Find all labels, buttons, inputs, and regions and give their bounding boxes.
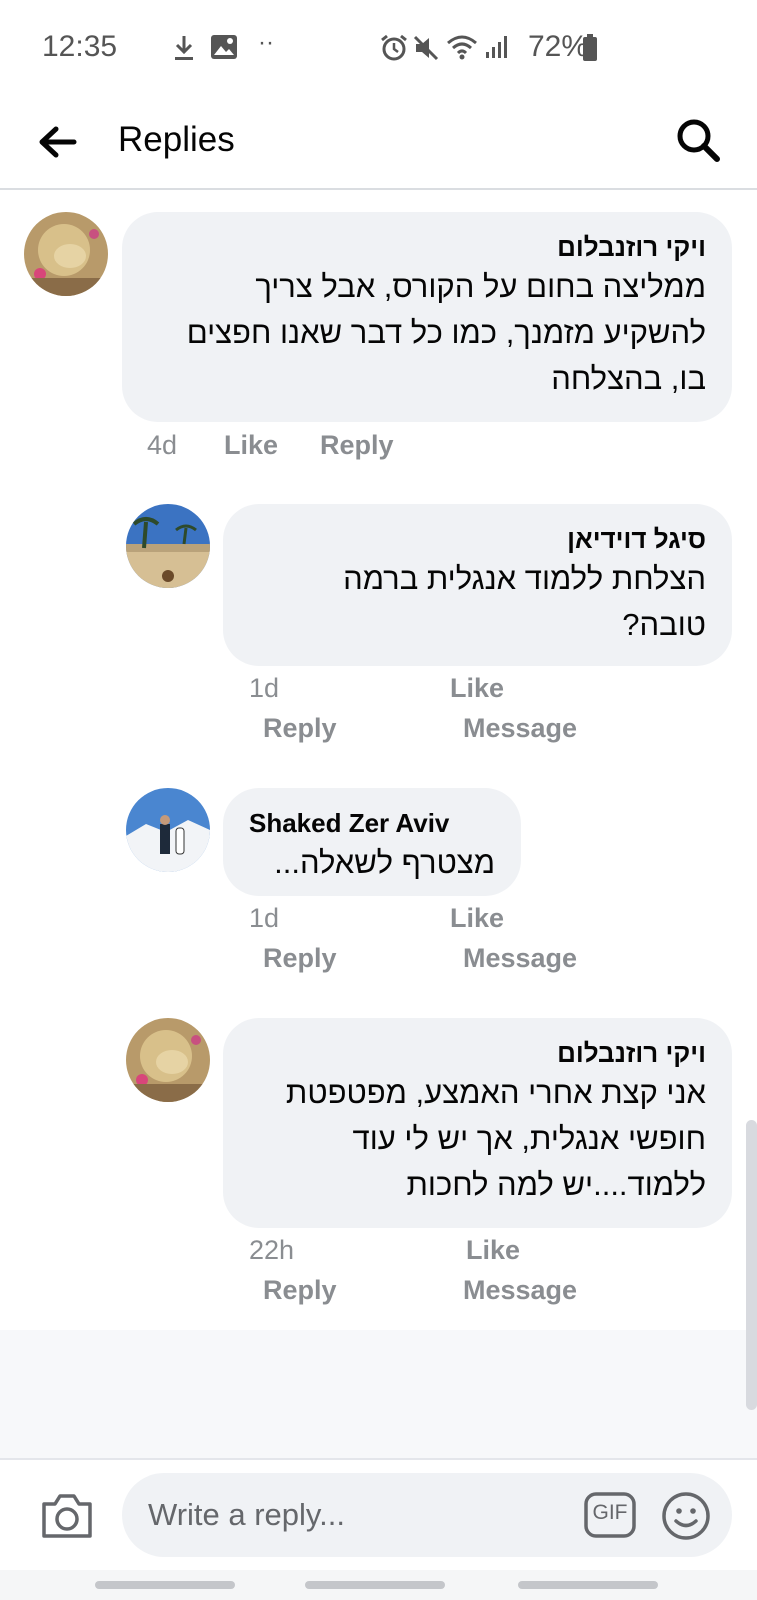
- comment-text: הצלחת ללמוד אנגלית ברמה טובה?: [249, 556, 706, 648]
- comment-time: 1d: [249, 903, 280, 933]
- comment-bubble[interactable]: ויקי רוזנבלום ממליצה בחום על הקורס, אבל …: [122, 212, 732, 422]
- comment-text: ממליצה בחום על הקורס, אבל צריך להשקיע מז…: [148, 264, 706, 402]
- comment-text-line: בו, בהצלחה: [551, 361, 706, 396]
- empty-area: [0, 1330, 757, 1458]
- reply-button[interactable]: Reply: [263, 1275, 337, 1306]
- download-icon: [172, 34, 196, 68]
- system-nav-bar: [0, 1570, 757, 1600]
- camera-icon: [42, 1494, 92, 1538]
- comment-bubble[interactable]: Shaked Zer Aviv מצטרף לשאלה...: [223, 788, 521, 896]
- avatar[interactable]: [126, 504, 210, 588]
- comment-time: 1d: [249, 673, 280, 703]
- comment-author[interactable]: סיגל דוידיאן: [249, 522, 706, 556]
- message-button[interactable]: Message: [463, 1275, 577, 1306]
- battery-icon: [582, 34, 598, 68]
- comment-text-line: אני קצת אחרי האמצע, מפטפטת: [285, 1075, 706, 1110]
- comment-time: 4d: [147, 430, 178, 460]
- like-button[interactable]: Like: [466, 1235, 520, 1266]
- more-dots-icon: ··: [258, 29, 274, 56]
- reply-button[interactable]: Reply: [320, 430, 394, 461]
- like-button[interactable]: Like: [450, 903, 504, 934]
- back-arrow-icon: [39, 126, 77, 158]
- comment-text-line: מצטרף לשאלה...: [274, 845, 495, 880]
- comment-author[interactable]: ויקי רוזנבלום: [148, 230, 706, 264]
- battery-percent: 72%: [528, 30, 589, 63]
- reply-input[interactable]: [122, 1473, 732, 1557]
- comment-text-line: ממליצה בחום על הקורס, אבל צריך: [255, 269, 706, 304]
- image-icon: [210, 34, 238, 66]
- gif-label: GIF: [592, 1501, 628, 1524]
- comment-bubble[interactable]: סיגל דוידיאן הצלחת ללמוד אנגלית ברמה טוב…: [223, 504, 732, 666]
- avatar[interactable]: [24, 212, 108, 296]
- gif-button[interactable]: GIF: [584, 1490, 636, 1540]
- comment-text: אני קצת אחרי האמצע, מפטפטת חופשי אנגלית,…: [249, 1070, 706, 1208]
- reply-button[interactable]: Reply: [263, 713, 337, 744]
- search-button[interactable]: [674, 116, 722, 164]
- wifi-icon: [446, 34, 478, 66]
- like-button[interactable]: Like: [450, 673, 504, 704]
- message-button[interactable]: Message: [463, 943, 577, 974]
- alarm-icon: [380, 34, 408, 68]
- like-button[interactable]: Like: [224, 430, 278, 461]
- comment-text-line: ללמוד....יש למה לחכות: [406, 1167, 706, 1202]
- avatar[interactable]: [126, 788, 210, 872]
- mute-icon: [412, 34, 440, 68]
- scrollbar[interactable]: [746, 1120, 757, 1410]
- nav-home-button[interactable]: [305, 1581, 445, 1589]
- reply-button[interactable]: Reply: [263, 943, 337, 974]
- message-button[interactable]: Message: [463, 713, 577, 744]
- avatar[interactable]: [126, 1018, 210, 1102]
- page-title: Replies: [118, 120, 235, 159]
- nav-recent-button[interactable]: [95, 1581, 235, 1589]
- camera-button[interactable]: [40, 1490, 94, 1540]
- comment-time: 22h: [249, 1235, 295, 1265]
- comment-text: מצטרף לשאלה...: [249, 840, 495, 886]
- comment-text-line: להשקיע מזמנך, כמו כל דבר שאנו חפצים: [186, 315, 706, 350]
- comment-bubble[interactable]: ויקי רוזנבלום אני קצת אחרי האמצע, מפטפטת…: [223, 1018, 732, 1228]
- back-button[interactable]: [36, 120, 80, 164]
- comment-text-line: טובה?: [622, 607, 706, 642]
- comment-author[interactable]: Shaked Zer Aviv: [249, 806, 495, 840]
- status-bar: 12:35 ·· 72%: [0, 0, 757, 100]
- signal-icon: [484, 34, 512, 66]
- header: Replies: [0, 100, 757, 190]
- comment-author[interactable]: ויקי רוזנבלום: [249, 1036, 706, 1070]
- search-icon: [677, 119, 720, 162]
- comment-text-line: הצלחת ללמוד אנגלית ברמה: [343, 561, 706, 596]
- reply-composer: GIF: [0, 1458, 757, 1570]
- emoji-button[interactable]: [660, 1490, 712, 1542]
- nav-back-button[interactable]: [518, 1581, 658, 1589]
- comment-text-line: חופשי אנגלית, אך יש לי עוד: [352, 1121, 706, 1156]
- status-time: 12:35: [42, 30, 118, 63]
- emoji-icon: [662, 1492, 710, 1540]
